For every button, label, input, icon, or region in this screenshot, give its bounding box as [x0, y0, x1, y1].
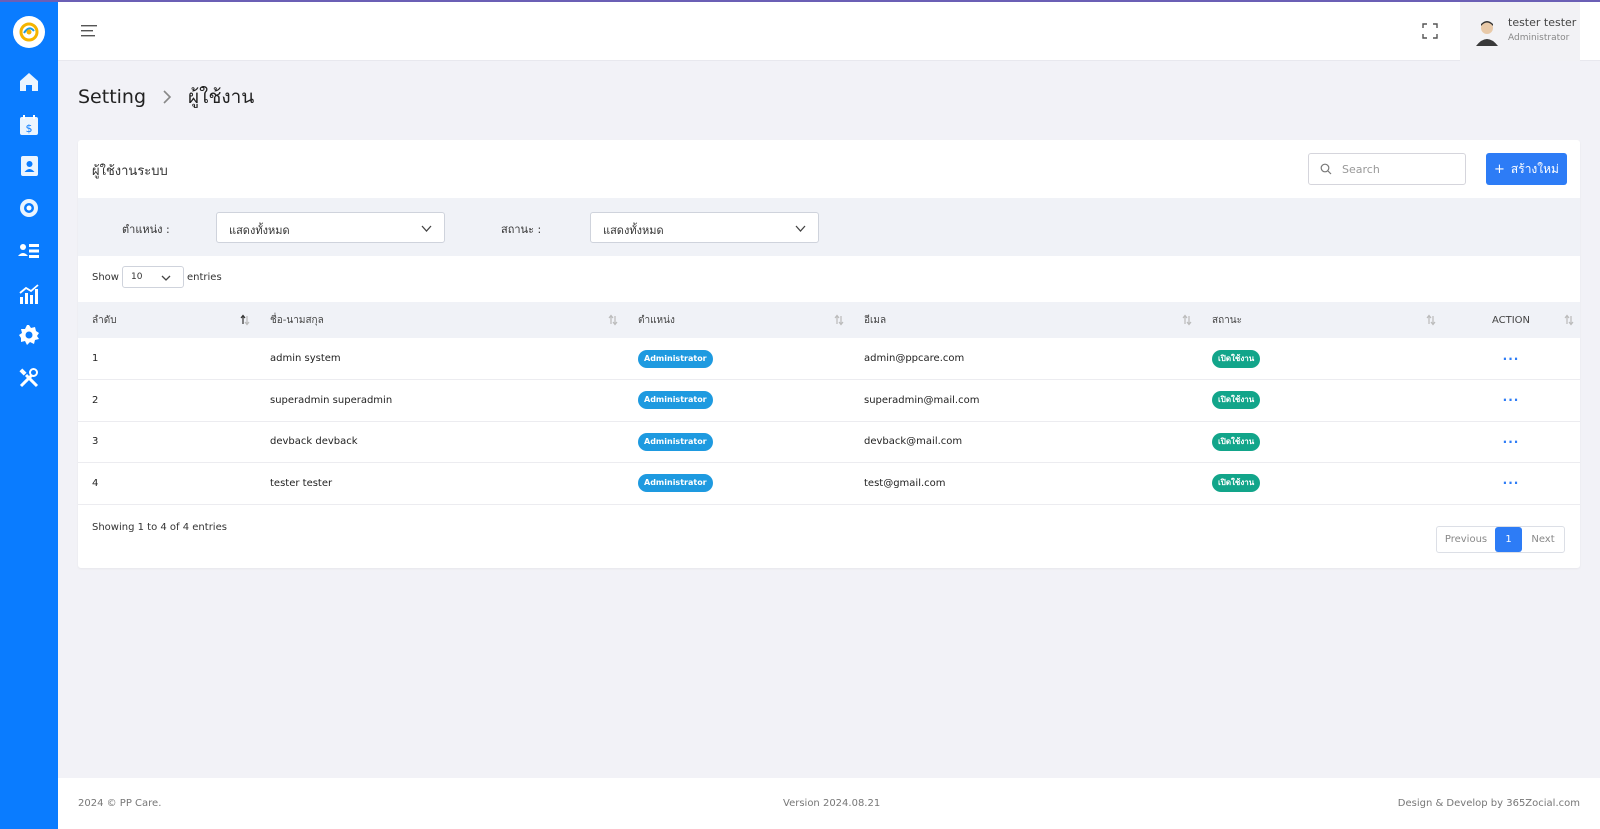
footer-credit: Design & Develop by 365Zocial.com	[1397, 798, 1580, 809]
status-badge: เปิดใช้งาน	[1212, 391, 1261, 410]
avatar	[1474, 18, 1500, 46]
chevron-down-icon	[421, 225, 432, 232]
cell-no: 3	[92, 436, 99, 448]
team-settings-icon[interactable]	[17, 196, 41, 220]
search-input[interactable]	[1342, 162, 1462, 176]
position-filter-value: แสดงทั้งหมด	[229, 224, 290, 237]
analytics-icon[interactable]	[17, 282, 41, 306]
next-page-button[interactable]: Next	[1522, 527, 1564, 552]
role-badge: Administrator	[638, 432, 713, 451]
page-length-value: 10	[130, 272, 143, 282]
page-title: ผู้ใช้งาน	[188, 86, 255, 108]
table-row: 2 superadmin superadmin Administrator su…	[78, 380, 1580, 421]
cell-name: superadmin superadmin	[270, 394, 393, 406]
top-header: tester tester Administrator	[58, 2, 1600, 61]
cell-email: admin@ppcare.com	[864, 353, 965, 364]
status-filter-label: สถานะ :	[501, 223, 542, 236]
app-logo[interactable]	[13, 16, 45, 48]
page-length-control: Show 10 entries	[92, 266, 222, 288]
cell-email: superadmin@mail.com	[864, 394, 980, 406]
col-header-name[interactable]: ชื่อ-นามสกุล	[256, 302, 624, 338]
user-menu[interactable]: tester tester Administrator	[1460, 2, 1580, 61]
sort-icon	[1564, 314, 1574, 326]
cell-no: 4	[92, 477, 99, 489]
home-icon[interactable]	[17, 70, 41, 94]
cell-name: devback devback	[270, 436, 358, 448]
col-header-status[interactable]: สถานะ	[1198, 302, 1442, 338]
previous-page-button[interactable]: Previous	[1437, 527, 1495, 552]
show-label: Show	[92, 271, 119, 283]
sort-icon	[834, 314, 844, 326]
user-name: tester tester	[1508, 16, 1577, 29]
menu-toggle-icon[interactable]	[80, 22, 98, 40]
sort-icon	[608, 314, 618, 326]
sort-icon	[1182, 314, 1192, 326]
sort-icon	[1426, 314, 1436, 326]
user-list-icon[interactable]	[17, 239, 41, 263]
search-icon	[1320, 163, 1332, 175]
contacts-icon[interactable]	[17, 154, 41, 178]
status-badge: เปิดใช้งาน	[1212, 474, 1261, 493]
position-filter-select[interactable]: แสดงทั้งหมด	[216, 212, 445, 243]
cell-no: 1	[92, 353, 99, 364]
role-badge: Administrator	[638, 349, 713, 368]
top-accent-line	[0, 0, 1600, 2]
breadcrumb: Setting ผู้ใช้งาน	[78, 82, 254, 112]
table-row: 1 admin system Administrator admin@ppcar…	[78, 338, 1580, 380]
row-actions-icon[interactable]: ···	[1503, 393, 1520, 407]
chevron-right-icon	[163, 90, 172, 104]
row-actions-icon[interactable]: ···	[1503, 435, 1520, 449]
status-filter-select[interactable]: แสดงทั้งหมด	[590, 212, 819, 243]
cell-name: tester tester	[270, 477, 333, 489]
page-1-button[interactable]: 1	[1495, 527, 1522, 552]
settings-icon[interactable]	[17, 323, 41, 347]
status-badge: เปิดใช้งาน	[1212, 432, 1261, 451]
col-header-action[interactable]: ACTION	[1442, 302, 1580, 338]
create-new-button[interactable]: + สร้างใหม่	[1486, 153, 1567, 185]
users-card: ผู้ใช้งานระบบ + สร้างใหม่ ตำแหน่ง : แสดง…	[78, 140, 1580, 568]
cell-email: devback@mail.com	[864, 436, 963, 448]
chevron-down-icon	[161, 275, 171, 281]
user-role: Administrator	[1508, 33, 1570, 43]
create-new-label: สร้างใหม่	[1510, 161, 1559, 176]
table-info: Showing 1 to 4 of 4 entries	[92, 522, 227, 533]
svg-text:$: $	[26, 122, 33, 135]
role-badge: Administrator	[638, 391, 713, 410]
fullscreen-icon[interactable]	[1421, 22, 1439, 40]
tools-icon[interactable]	[17, 366, 41, 390]
row-actions-icon[interactable]: ···	[1503, 352, 1520, 366]
plus-icon: +	[1494, 161, 1505, 177]
filter-bar: ตำแหน่ง : แสดงทั้งหมด สถานะ : แสดงทั้งหม…	[78, 198, 1580, 256]
status-filter-value: แสดงทั้งหมด	[603, 224, 664, 237]
users-table: ลำดับ ชื่อ-นามสกุล ตำแหน่ง อีเมล สถานะ A…	[78, 302, 1580, 505]
entries-label: entries	[186, 271, 222, 283]
table-row: 4 tester tester Administrator test@gmail…	[78, 463, 1580, 504]
search-box[interactable]	[1308, 153, 1466, 185]
chevron-down-icon	[795, 225, 806, 232]
col-header-position[interactable]: ตำแหน่ง	[624, 302, 850, 338]
page-length-select[interactable]: 10	[121, 266, 184, 288]
card-title: ผู้ใช้งานระบบ	[92, 164, 168, 179]
col-header-email[interactable]: อีเมล	[850, 302, 1198, 338]
sidebar: $	[0, 0, 58, 829]
breadcrumb-parent[interactable]: Setting	[78, 86, 146, 108]
status-badge: เปิดใช้งาน	[1212, 349, 1261, 368]
billing-calendar-icon[interactable]: $	[17, 113, 41, 137]
footer: 2024 © PP Care. Version 2024.08.21 Desig…	[58, 778, 1600, 829]
position-filter-label: ตำแหน่ง :	[122, 223, 170, 236]
col-header-no[interactable]: ลำดับ	[78, 302, 256, 338]
table-row: 3 devback devback Administrator devback@…	[78, 421, 1580, 463]
table-header-row: ลำดับ ชื่อ-นามสกุล ตำแหน่ง อีเมล สถานะ A…	[78, 302, 1580, 338]
cell-email: test@gmail.com	[864, 477, 946, 489]
cell-name: admin system	[270, 353, 341, 364]
sort-asc-icon	[240, 314, 250, 326]
role-badge: Administrator	[638, 474, 713, 493]
pagination: Previous 1 Next	[1436, 526, 1565, 553]
cell-no: 2	[92, 394, 99, 406]
row-actions-icon[interactable]: ···	[1503, 476, 1520, 490]
footer-version: Version 2024.08.21	[783, 798, 881, 809]
footer-copyright: 2024 © PP Care.	[78, 798, 162, 809]
